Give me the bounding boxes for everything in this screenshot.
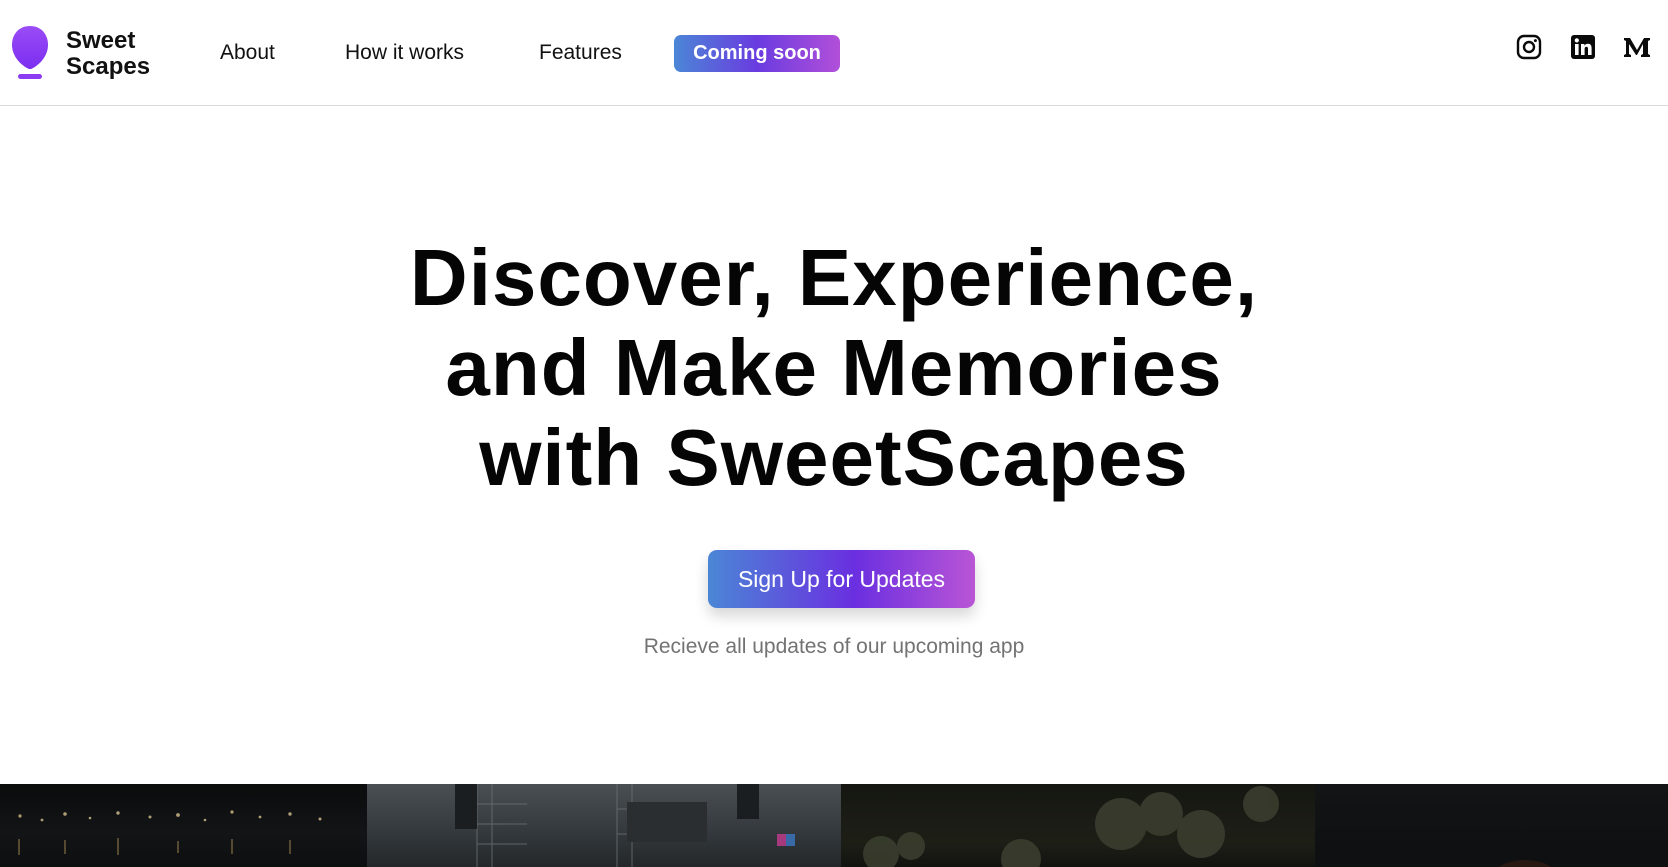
medium-icon[interactable] — [1622, 34, 1652, 60]
nav-link-features[interactable]: Features — [539, 35, 622, 71]
linkedin-icon[interactable] — [1570, 34, 1596, 60]
hero-section: Discover, Experience, and Make Memories … — [0, 107, 1668, 783]
social-links — [1516, 34, 1656, 60]
gallery-image-trees — [841, 784, 1315, 867]
instagram-icon[interactable] — [1516, 34, 1542, 60]
brand-name: Sweet Scapes — [66, 28, 150, 80]
hero-title-line1: Discover, Experience, — [409, 233, 1259, 322]
hero-title-line2: and Make Memories — [445, 323, 1223, 412]
gallery-image-dusk — [1315, 784, 1668, 867]
hero-title-line3: with SweetScapes — [479, 413, 1189, 502]
gallery-image-night-river — [0, 784, 367, 867]
brand-name-line2: Scapes — [66, 53, 151, 80]
brand-logo[interactable]: Sweet Scapes — [10, 24, 150, 84]
hero-title: Discover, Experience, and Make Memories … — [334, 233, 1334, 503]
site-header: Sweet Scapes About How it works Features… — [0, 0, 1668, 106]
brand-name-line1: Sweet — [66, 27, 136, 54]
nav-link-how-it-works[interactable]: How it works — [345, 35, 464, 71]
sign-up-button[interactable]: Sign Up for Updates — [708, 550, 975, 608]
gallery-image-concert-stage — [367, 784, 841, 867]
coming-soon-badge[interactable]: Coming soon — [674, 35, 840, 72]
balloon-logo-icon — [10, 24, 50, 84]
hero-subtext: Recieve all updates of our upcoming app — [643, 635, 1025, 658]
nav-link-about[interactable]: About — [220, 35, 275, 71]
photo-gallery-strip — [0, 784, 1668, 867]
